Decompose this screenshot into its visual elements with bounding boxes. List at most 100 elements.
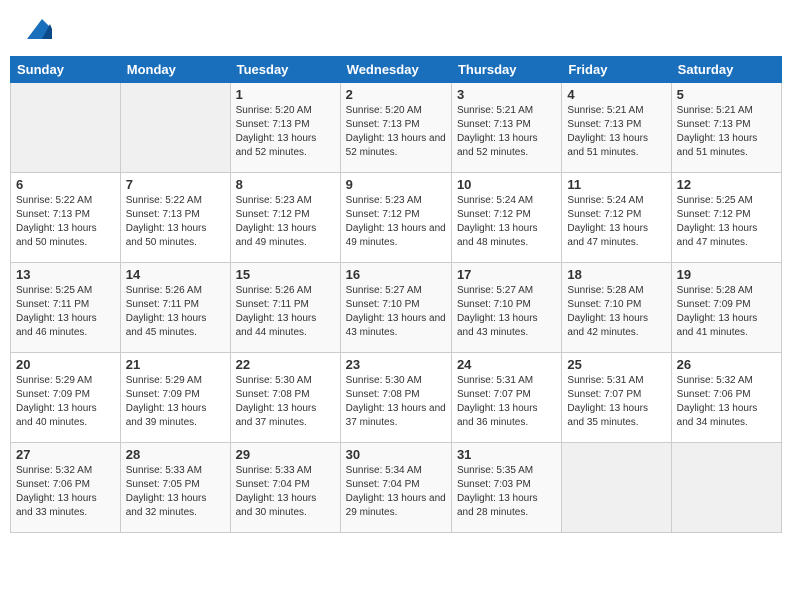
day-number: 11: [567, 177, 665, 192]
day-number: 6: [16, 177, 115, 192]
day-info: Sunrise: 5:24 AMSunset: 7:12 PMDaylight:…: [567, 194, 665, 250]
day-number: 17: [457, 267, 556, 282]
day-info: Sunrise: 5:22 AMSunset: 7:13 PMDaylight:…: [126, 194, 225, 250]
calendar-cell: 3Sunrise: 5:21 AMSunset: 7:13 PMDaylight…: [451, 83, 561, 173]
day-info: Sunrise: 5:32 AMSunset: 7:06 PMDaylight:…: [677, 374, 776, 430]
day-info: Sunrise: 5:32 AMSunset: 7:06 PMDaylight:…: [16, 464, 115, 520]
calendar-cell: 11 Sunrise: 5:24 AMSunset: 7:12 PMDayligh…: [562, 173, 671, 263]
calendar-cell: 30 Sunrise: 5:34 AMSunset: 7:04 PMDayligh…: [340, 443, 451, 533]
calendar-cell: 26 Sunrise: 5:32 AMSunset: 7:06 PMDayligh…: [671, 353, 781, 443]
calendar-cell: 7 Sunrise: 5:22 AMSunset: 7:13 PMDaylight…: [120, 173, 230, 263]
calendar-cell: 28 Sunrise: 5:33 AMSunset: 7:05 PMDayligh…: [120, 443, 230, 533]
logo: [18, 14, 52, 44]
calendar-cell: 1Sunrise: 5:20 AMSunset: 7:13 PMDaylight…: [230, 83, 340, 173]
day-info: Sunrise: 5:27 AMSunset: 7:10 PMDaylight:…: [346, 284, 446, 340]
day-number: 12: [677, 177, 776, 192]
calendar-cell: 18 Sunrise: 5:28 AMSunset: 7:10 PMDayligh…: [562, 263, 671, 353]
day-info: Sunrise: 5:26 AMSunset: 7:11 PMDaylight:…: [126, 284, 225, 340]
calendar-cell: 21Sunrise: 5:29 AMSunset: 7:09 PMDayligh…: [120, 353, 230, 443]
calendar-cell: 13Sunrise: 5:25 AMSunset: 7:11 PMDayligh…: [11, 263, 121, 353]
day-info: Sunrise: 5:23 AMSunset: 7:12 PMDaylight:…: [346, 194, 446, 250]
calendar-cell: 25 Sunrise: 5:31 AMSunset: 7:07 PMDayligh…: [562, 353, 671, 443]
day-info: Sunrise: 5:21 AMSunset: 7:13 PMDaylight:…: [567, 104, 665, 160]
day-number: 10: [457, 177, 556, 192]
calendar-cell: [120, 83, 230, 173]
day-info: Sunrise: 5:21 AMSunset: 7:13 PMDaylight:…: [677, 104, 776, 160]
calendar-cell: 31 Sunrise: 5:35 AMSunset: 7:03 PMDayligh…: [451, 443, 561, 533]
calendar-table: SundayMondayTuesdayWednesdayThursdayFrid…: [10, 56, 782, 533]
calendar-cell: 9 Sunrise: 5:23 AMSunset: 7:12 PMDaylight…: [340, 173, 451, 263]
day-info: Sunrise: 5:33 AMSunset: 7:05 PMDaylight:…: [126, 464, 225, 520]
calendar-week-1: 1 Sunrise: 5:20 AMSunset: 7:13 PMDaylight…: [11, 83, 782, 173]
day-number: 29: [236, 447, 335, 462]
day-info: Sunrise: 5:31 AMSunset: 7:07 PMDaylight:…: [457, 374, 556, 430]
day-number: 26: [677, 357, 776, 372]
calendar-cell: 23 Sunrise: 5:30 AMSunset: 7:08 PMDayligh…: [340, 353, 451, 443]
day-number: 9: [346, 177, 446, 192]
day-info: Sunrise: 5:34 AMSunset: 7:04 PMDaylight:…: [346, 464, 446, 520]
day-number: 30: [346, 447, 446, 462]
day-info: Sunrise: 5:28 AMSunset: 7:09 PMDaylight:…: [677, 284, 776, 340]
calendar-week-3: 13Sunrise: 5:25 AMSunset: 7:11 PMDayligh…: [11, 263, 782, 353]
day-number: 25: [567, 357, 665, 372]
day-number: 20: [16, 357, 115, 372]
day-info: Sunrise: 5:27 AMSunset: 7:10 PMDaylight:…: [457, 284, 556, 340]
day-number: 23: [346, 357, 446, 372]
day-info: Sunrise: 5:28 AMSunset: 7:10 PMDaylight:…: [567, 284, 665, 340]
calendar-cell: 14Sunrise: 5:26 AMSunset: 7:11 PMDayligh…: [120, 263, 230, 353]
day-info: Sunrise: 5:35 AMSunset: 7:03 PMDaylight:…: [457, 464, 556, 520]
day-number: 31: [457, 447, 556, 462]
calendar-week-5: 27Sunrise: 5:32 AMSunset: 7:06 PMDayligh…: [11, 443, 782, 533]
day-number: 7: [126, 177, 225, 192]
calendar-cell: 15Sunrise: 5:26 AMSunset: 7:11 PMDayligh…: [230, 263, 340, 353]
calendar-week-2: 6 Sunrise: 5:22 AMSunset: 7:13 PMDaylight…: [11, 173, 782, 263]
calendar-cell: 27Sunrise: 5:32 AMSunset: 7:06 PMDayligh…: [11, 443, 121, 533]
calendar-cell: 16 Sunrise: 5:27 AMSunset: 7:10 PMDayligh…: [340, 263, 451, 353]
day-number: 19: [677, 267, 776, 282]
day-info: Sunrise: 5:20 AMSunset: 7:13 PMDaylight:…: [346, 104, 446, 160]
page-header: [10, 10, 782, 48]
day-info: Sunrise: 5:24 AMSunset: 7:12 PMDaylight:…: [457, 194, 556, 250]
weekday-header-tuesday: Tuesday: [230, 57, 340, 83]
day-info: Sunrise: 5:31 AMSunset: 7:07 PMDaylight:…: [567, 374, 665, 430]
day-info: Sunrise: 5:22 AMSunset: 7:13 PMDaylight:…: [16, 194, 115, 250]
day-number: 1: [236, 87, 335, 102]
calendar-cell: 12Sunrise: 5:25 AMSunset: 7:12 PMDayligh…: [671, 173, 781, 263]
weekday-header-friday: Friday: [562, 57, 671, 83]
day-number: 2: [346, 87, 446, 102]
day-number: 16: [346, 267, 446, 282]
calendar-cell: 4 Sunrise: 5:21 AMSunset: 7:13 PMDaylight…: [562, 83, 671, 173]
calendar-cell: 10 Sunrise: 5:24 AMSunset: 7:12 PMDayligh…: [451, 173, 561, 263]
day-number: 28: [126, 447, 225, 462]
calendar-cell: 5 Sunrise: 5:21 AMSunset: 7:13 PMDaylight…: [671, 83, 781, 173]
calendar-cell: 8 Sunrise: 5:23 AMSunset: 7:12 PMDaylight…: [230, 173, 340, 263]
day-number: 15: [236, 267, 335, 282]
day-number: 8: [236, 177, 335, 192]
weekday-header-wednesday: Wednesday: [340, 57, 451, 83]
day-info: Sunrise: 5:30 AMSunset: 7:08 PMDaylight:…: [236, 374, 335, 430]
day-number: 22: [236, 357, 335, 372]
day-info: Sunrise: 5:30 AMSunset: 7:08 PMDaylight:…: [346, 374, 446, 430]
day-number: 18: [567, 267, 665, 282]
day-number: 5: [677, 87, 776, 102]
weekday-header-monday: Monday: [120, 57, 230, 83]
calendar-cell: [11, 83, 121, 173]
calendar-cell: [671, 443, 781, 533]
calendar-cell: [562, 443, 671, 533]
calendar-cell: 17 Sunrise: 5:27 AMSunset: 7:10 PMDayligh…: [451, 263, 561, 353]
day-info: Sunrise: 5:21 AMSunset: 7:13 PMDaylight:…: [457, 104, 556, 160]
day-number: 4: [567, 87, 665, 102]
weekday-header-sunday: Sunday: [11, 57, 121, 83]
weekday-header-thursday: Thursday: [451, 57, 561, 83]
weekday-header-saturday: Saturday: [671, 57, 781, 83]
calendar-cell: 29Sunrise: 5:33 AMSunset: 7:04 PMDayligh…: [230, 443, 340, 533]
day-info: Sunrise: 5:25 AMSunset: 7:11 PMDaylight:…: [16, 284, 115, 340]
calendar-cell: 20Sunrise: 5:29 AMSunset: 7:09 PMDayligh…: [11, 353, 121, 443]
calendar-cell: 24 Sunrise: 5:31 AMSunset: 7:07 PMDayligh…: [451, 353, 561, 443]
day-info: Sunrise: 5:23 AMSunset: 7:12 PMDaylight:…: [236, 194, 335, 250]
day-number: 24: [457, 357, 556, 372]
calendar-cell: 6 Sunrise: 5:22 AMSunset: 7:13 PMDaylight…: [11, 173, 121, 263]
day-info: Sunrise: 5:29 AMSunset: 7:09 PMDaylight:…: [126, 374, 225, 430]
calendar-cell: 2 Sunrise: 5:20 AMSunset: 7:13 PMDaylight…: [340, 83, 451, 173]
logo-icon: [22, 14, 52, 44]
